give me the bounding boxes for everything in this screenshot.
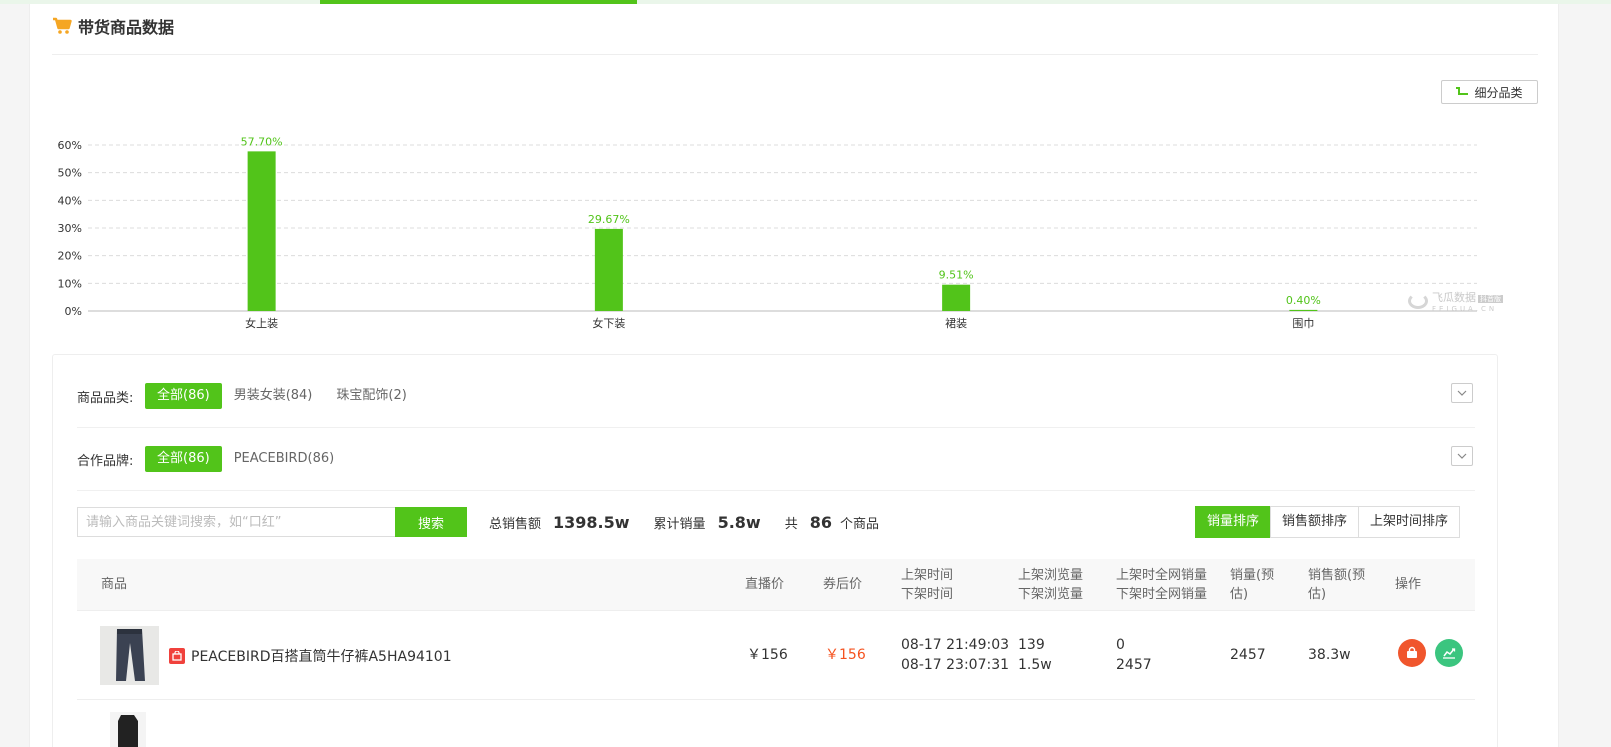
category-share-chart: 0% 10% 20% 30% 40% 50% 60% 57.70% 女上装 29.67% 女下装 9.…	[58, 135, 1477, 330]
live-price: ￥156	[747, 647, 788, 663]
col-product: 商品	[101, 577, 128, 592]
col-live-price: 直播价	[745, 577, 785, 592]
title-divider	[52, 54, 1538, 55]
search-bar: 搜索	[77, 507, 467, 537]
y-tick-label: 40%	[58, 194, 82, 207]
subcategory-button-label: 细分品类	[1474, 85, 1523, 100]
y-tick-label: 0%	[65, 305, 82, 318]
bar-value-label: 57.70%	[241, 135, 283, 148]
shop-bag-icon	[169, 648, 185, 664]
bar	[1289, 309, 1318, 311]
search-button[interactable]: 搜索	[395, 507, 467, 537]
trend-chart-icon	[1443, 648, 1456, 659]
product-count: 86	[809, 512, 832, 532]
sort-group: 销量排序 销售额排序 上架时间排序	[1195, 506, 1461, 538]
count-suffix: 个商品	[839, 516, 879, 532]
coupon-price: ￥156	[825, 647, 866, 663]
total-sales-value: 1398.5w	[553, 512, 630, 532]
chevron-down-icon	[1457, 390, 1467, 396]
table-header: 商品 直播价 券后价 上架时间 下架时间 上架浏览量 下架浏览量 上架时全网销量…	[77, 559, 1475, 611]
subcategory-button[interactable]: 细分品类	[1441, 80, 1538, 104]
y-tick-label: 10%	[58, 277, 82, 290]
brand-expand-button[interactable]	[1451, 446, 1473, 466]
col-net-off: 下架时全网销量	[1116, 587, 1208, 602]
category-chip-jewelry[interactable]: 珠宝配饰(2)	[324, 383, 418, 409]
col-coupon-price: 券后价	[823, 577, 863, 592]
table-row: PEACEBIRD百搭直筒牛仔裤A5HA94101 ￥156 ￥156 08-1…	[77, 611, 1475, 700]
sort-by-volume[interactable]: 销量排序	[1195, 506, 1272, 538]
views-off: 1.5w	[1018, 657, 1052, 673]
category-chip-apparel[interactable]: 男装女装(84)	[222, 383, 325, 409]
sliders-icon	[1456, 87, 1469, 97]
brand-filter-label: 合作品牌:	[77, 453, 134, 469]
y-tick-label: 50%	[58, 167, 82, 180]
next-product-thumbnail[interactable]	[110, 712, 146, 747]
col-views-on: 上架浏览量	[1018, 568, 1084, 583]
sort-by-revenue[interactable]: 销售额排序	[1270, 506, 1360, 538]
category-label: 裙装	[945, 317, 967, 330]
watermark-tag: 抖音版	[1478, 295, 1503, 303]
watermark-url: FEIGUA.CN	[1432, 305, 1498, 313]
time-on: 08-17 21:49:03	[901, 637, 1010, 653]
brand-chip-peacebird[interactable]: PEACEBIRD(86)	[222, 446, 347, 472]
col-views-off: 下架浏览量	[1018, 587, 1084, 602]
watermark: 飞瓜数据 抖音版 FEIGUA.CN	[1408, 289, 1503, 313]
product-name-cell: PEACEBIRD百搭直筒牛仔裤A5HA94101	[169, 646, 452, 666]
buy-button[interactable]	[1398, 639, 1426, 667]
time-off: 08-17 23:07:31	[901, 657, 1010, 673]
category-expand-button[interactable]	[1451, 383, 1473, 403]
jeans-image	[100, 626, 159, 685]
summary-stats: 总销售额 1398.5w 累计销量 5.8w 共 86 个商品	[489, 507, 879, 537]
total-volume-label: 累计销量	[653, 516, 706, 532]
category-label: 女下装	[592, 316, 625, 330]
product-thumbnail[interactable]	[100, 626, 159, 685]
col-net-on: 上架时全网销量	[1116, 568, 1208, 583]
views-on: 139	[1018, 637, 1045, 653]
col-revenue: 销售额(预估)	[1308, 568, 1366, 602]
category-label: 女上装	[245, 316, 278, 330]
filter-divider	[77, 427, 1475, 428]
product-data-card: 带货商品数据 细分品类 0% 10% 20% 30% 40% 50% 60% 57.70% 女上…	[29, 4, 1559, 747]
sales-estimate: 2457	[1230, 647, 1266, 663]
filter-divider	[77, 490, 1475, 491]
bar	[942, 284, 971, 311]
search-input[interactable]	[77, 507, 395, 537]
y-tick-label: 60%	[58, 139, 82, 152]
col-sales: 销量(预估)	[1230, 568, 1275, 602]
y-tick-label: 20%	[58, 250, 82, 263]
category-chip-all[interactable]: 全部(86)	[145, 383, 222, 409]
shopping-bag-icon	[1407, 646, 1417, 658]
category-filter-label: 商品品类:	[77, 390, 134, 406]
product-name[interactable]: PEACEBIRD百搭直筒牛仔裤A5HA94101	[191, 646, 452, 666]
net-sales-off: 2457	[1116, 657, 1152, 673]
net-sales-on: 0	[1116, 637, 1125, 653]
clothing-image	[110, 712, 146, 747]
brand-filter: 合作品牌: 全部(86) PEACEBIRD(86)	[77, 446, 346, 472]
watermark-logo-icon	[1408, 293, 1428, 309]
section-header: 带货商品数据	[52, 14, 174, 38]
total-volume-value: 5.8w	[717, 512, 761, 532]
bar-value-label: 29.67%	[588, 213, 630, 226]
bar-value-label: 9.51%	[939, 269, 974, 282]
cart-icon	[53, 17, 72, 34]
total-sales-label: 总销售额	[489, 516, 542, 532]
bar-value-label: 0.40%	[1286, 294, 1321, 307]
category-filter: 商品品类: 全部(86) 男装女装(84) 珠宝配饰(2)	[77, 383, 419, 409]
col-time-on: 上架时间	[901, 568, 954, 583]
col-action: 操作	[1395, 577, 1422, 592]
col-time-off: 下架时间	[901, 587, 954, 602]
y-tick-label: 30%	[58, 222, 82, 235]
sort-by-listing-time[interactable]: 上架时间排序	[1358, 506, 1461, 538]
product-list-panel: 商品品类: 全部(86) 男装女装(84) 珠宝配饰(2) 合作品牌: 全部(8…	[52, 354, 1498, 747]
bar	[247, 151, 276, 311]
section-title: 带货商品数据	[78, 18, 175, 37]
revenue-estimate: 38.3w	[1308, 647, 1351, 663]
watermark-name: 飞瓜数据	[1432, 291, 1476, 304]
chevron-down-icon	[1457, 453, 1467, 459]
bar	[594, 228, 623, 311]
count-prefix: 共	[784, 516, 798, 532]
trend-analysis-button[interactable]	[1435, 639, 1463, 667]
category-label: 围巾	[1292, 316, 1314, 330]
brand-chip-all[interactable]: 全部(86)	[145, 446, 222, 472]
